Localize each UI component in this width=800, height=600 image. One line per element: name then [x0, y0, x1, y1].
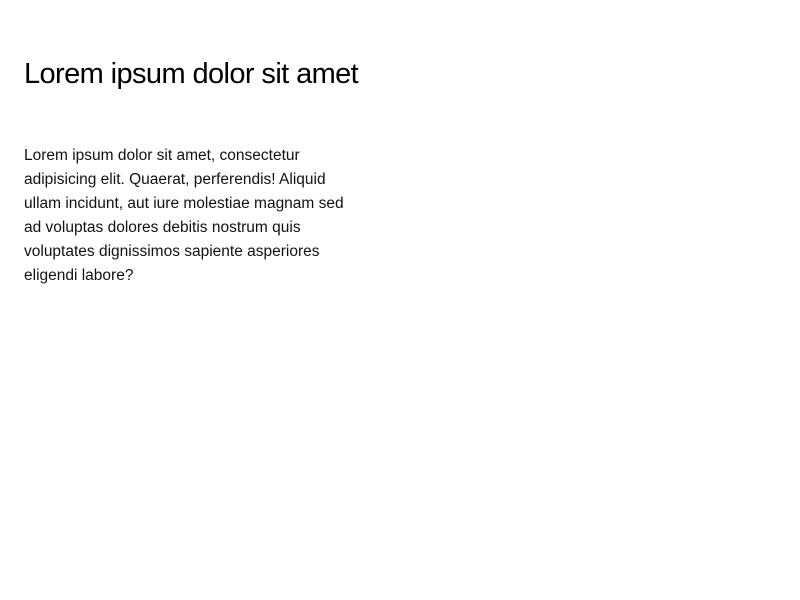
body-paragraph: Lorem ipsum dolor sit amet, consectetur … — [24, 147, 344, 284]
page: Lorem ipsum dolor sit amet Lorem ipsum d… — [0, 0, 800, 600]
page-title: Lorem ipsum dolor sit amet — [24, 58, 359, 90]
